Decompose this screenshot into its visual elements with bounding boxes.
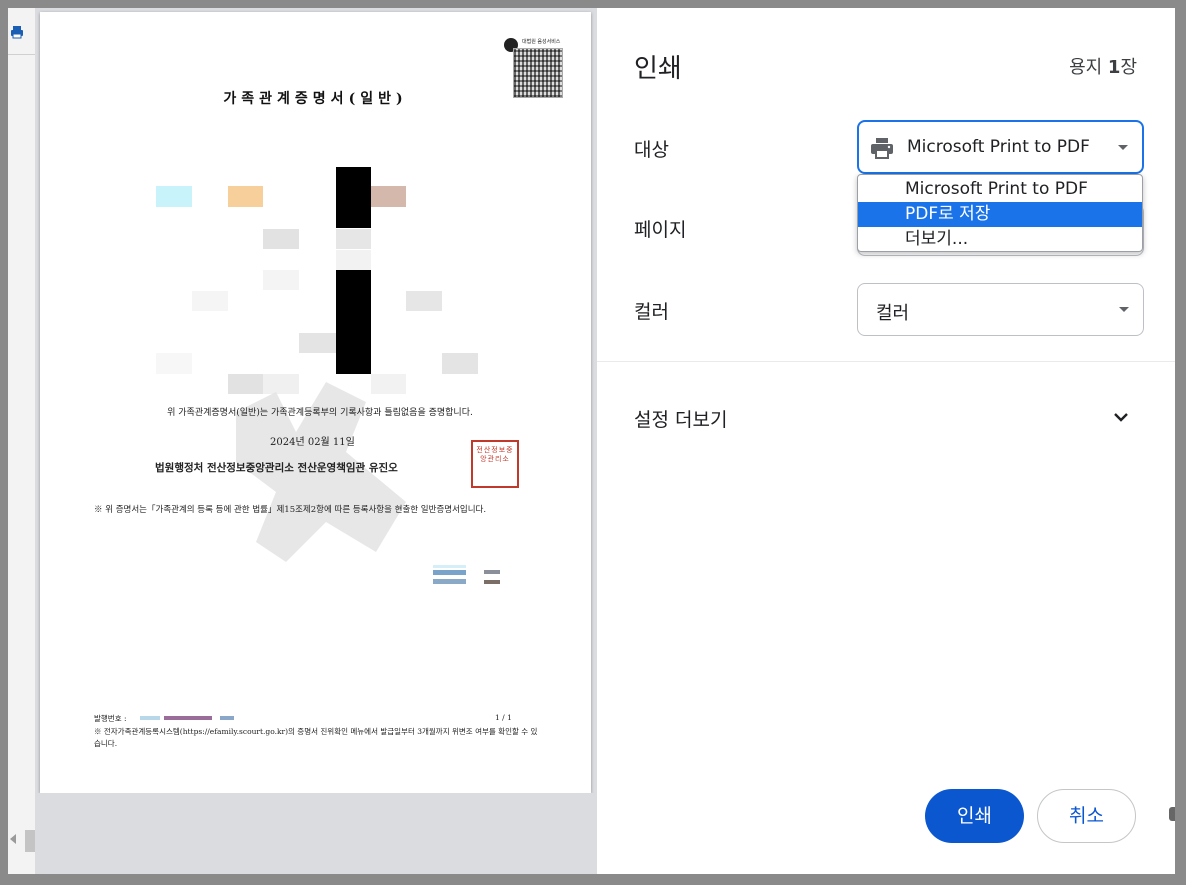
redacted-block <box>164 716 212 720</box>
redacted-block <box>406 291 442 311</box>
redacted-block <box>140 716 160 720</box>
qr-label: 대법원 음성서비스 <box>522 39 561 45</box>
issue-number-label: 발행번호 : <box>94 714 127 723</box>
color-label: 컬러 <box>634 301 669 323</box>
destination-dropdown-list: Microsoft Print to PDF PDF로 저장 더보기... <box>857 174 1143 252</box>
preview-page: 대법원 음성서비스 가족관계증명서(일반) 위 가족관계증명서(일반)는 가족관… <box>40 12 591 793</box>
sheet-count-number: 1 <box>1107 57 1121 78</box>
option-save-as-pdf[interactable]: PDF로 저장 <box>858 202 1142 227</box>
redacted-block <box>336 229 371 249</box>
settings-divider <box>597 361 1175 362</box>
redacted-block <box>484 580 500 584</box>
option-microsoft-print-to-pdf[interactable]: Microsoft Print to PDF <box>858 177 1142 202</box>
redacted-block <box>336 250 371 270</box>
document-footer: ※ 전자가족관계등록시스템(https://efamily.scourt.go.… <box>94 727 538 748</box>
print-button[interactable]: 인쇄 <box>925 789 1024 843</box>
option-see-more[interactable]: 더보기... <box>858 227 1142 252</box>
dropdown-arrow-icon <box>1119 307 1129 312</box>
redacted-block <box>433 565 466 568</box>
cancel-button[interactable]: 취소 <box>1037 789 1136 843</box>
document-issuer: 법원행정처 전산정보중앙관리소 전산운영책임관 유진오 <box>155 462 398 474</box>
redacted-block <box>336 270 371 374</box>
redacted-block <box>228 186 263 207</box>
redacted-block <box>371 186 406 207</box>
sheet-count: 용지 1장 <box>1069 53 1137 79</box>
page-number: 1 / 1 <box>495 713 512 722</box>
redacted-block <box>442 353 478 374</box>
sheet-count-suffix: 장 <box>1120 57 1137 78</box>
pages-label: 페이지 <box>634 219 687 241</box>
more-settings-label[interactable]: 설정 더보기 <box>634 405 727 432</box>
print-settings-panel: 인쇄 용지 1장 대상 Microsoft Print to PDF 페이지 컬… <box>597 8 1175 874</box>
dialog-title: 인쇄 <box>634 54 682 84</box>
destination-select[interactable]: Microsoft Print to PDF <box>857 120 1144 174</box>
redacted-block <box>263 270 299 290</box>
destination-value: Microsoft Print to PDF <box>907 137 1090 157</box>
destination-label: 대상 <box>634 139 669 161</box>
color-select[interactable]: 컬러 <box>857 283 1144 336</box>
scroll-left-arrow-icon[interactable] <box>10 834 16 844</box>
document-note: ※ 위 증명서는「가족관계의 등록 등에 관한 법률」제15조제2항에 따른 등… <box>94 505 487 515</box>
dropdown-arrow-icon <box>1118 145 1128 150</box>
redacted-block <box>192 291 228 311</box>
horizontal-scrollbar-thumb[interactable] <box>25 830 35 852</box>
printer-icon <box>871 138 893 159</box>
preview-bottom-area <box>35 793 597 874</box>
color-value: 컬러 <box>876 303 910 324</box>
redacted-block <box>336 167 371 228</box>
chevron-down-icon[interactable] <box>1113 409 1129 425</box>
sheet-count-prefix: 용지 <box>1069 57 1108 78</box>
document-statement: 위 가족관계증명서(일반)는 가족관계등록부의 기록사항과 틀림없음을 증명합니… <box>167 408 473 418</box>
resize-handle[interactable] <box>1169 807 1175 821</box>
print-preview-area: 대법원 음성서비스 가족관계증명서(일반) 위 가족관계증명서(일반)는 가족관… <box>35 8 597 874</box>
redacted-block <box>299 333 336 353</box>
redacted-block <box>220 716 234 720</box>
toolbar-divider <box>8 54 35 55</box>
redacted-block <box>263 229 299 249</box>
redacted-block <box>433 579 466 584</box>
official-seal: 전산정보중앙관리소 <box>471 440 519 488</box>
print-dialog-window: 대법원 음성서비스 가족관계증명서(일반) 위 가족관계증명서(일반)는 가족관… <box>8 8 1175 874</box>
document-title: 가족관계증명서(일반) <box>223 91 408 107</box>
redacted-block <box>484 570 500 574</box>
redacted-block <box>156 353 192 374</box>
printer-icon[interactable] <box>10 25 24 39</box>
background-app-strip <box>8 8 36 874</box>
document-date: 2024년 02월 11일 <box>270 437 355 448</box>
redacted-block <box>156 186 192 207</box>
redacted-block <box>433 570 466 575</box>
